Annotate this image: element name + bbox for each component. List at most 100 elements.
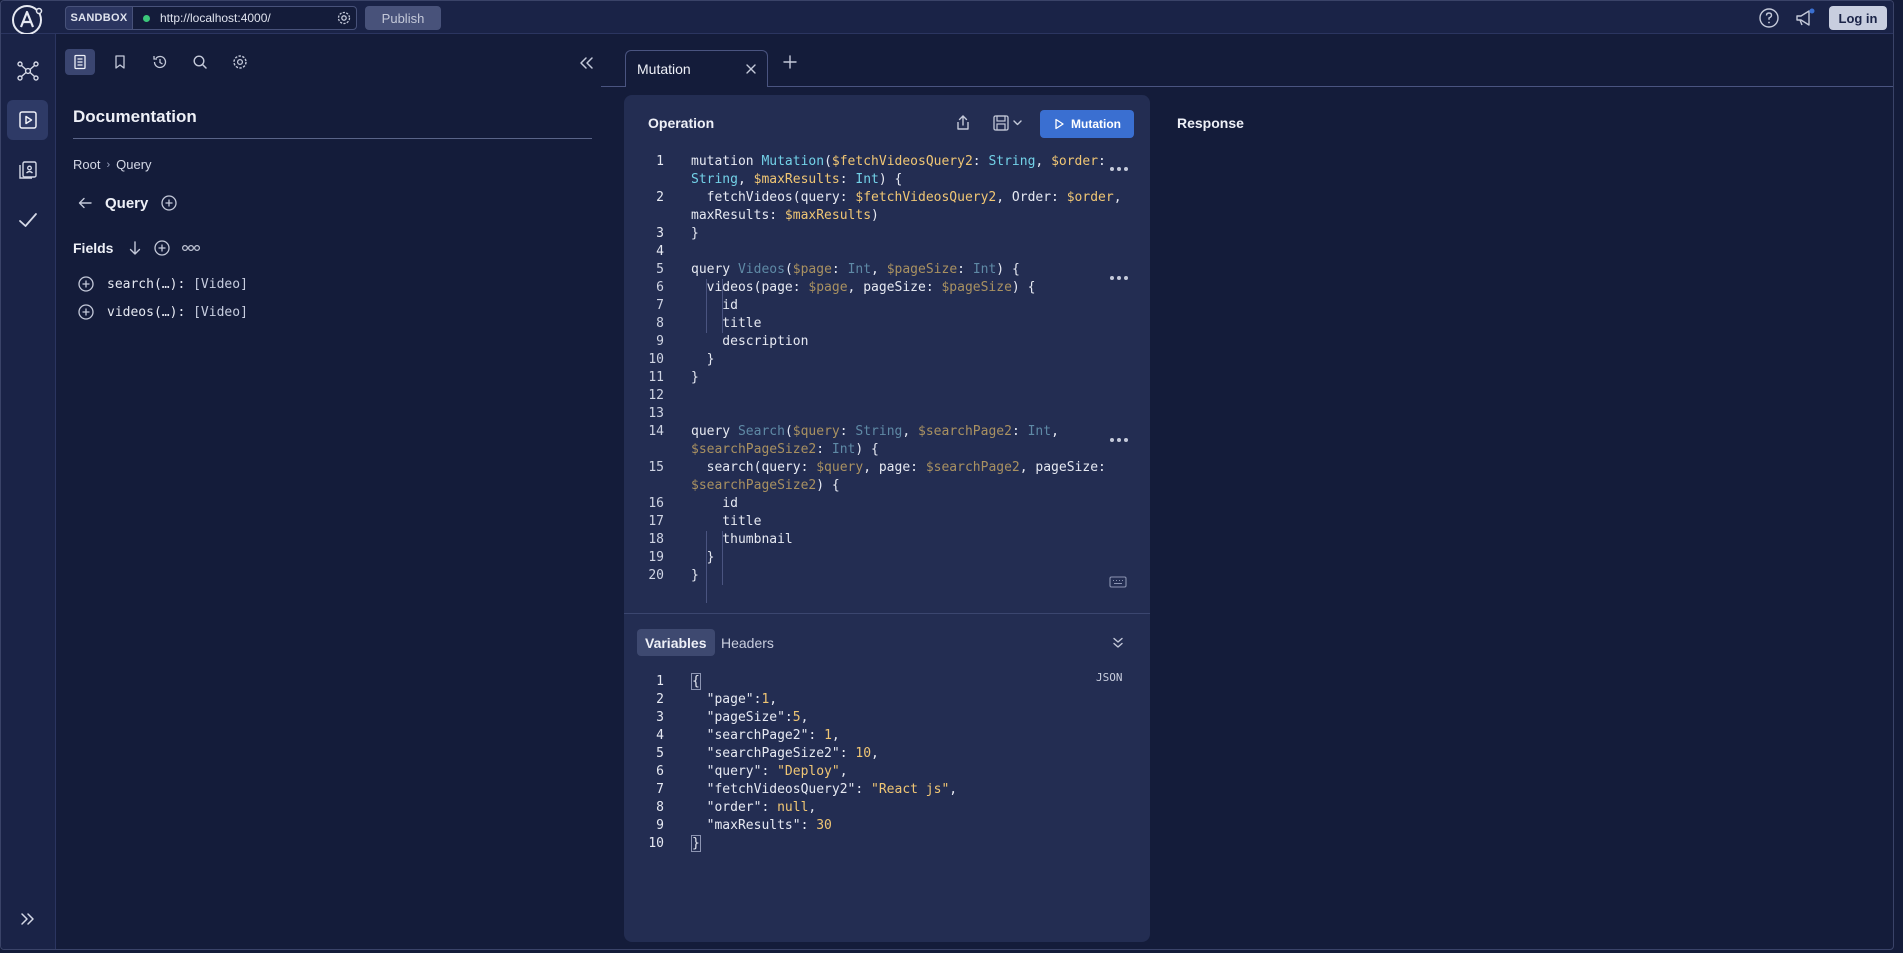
- code-line[interactable]: String, $maxResults: Int) {: [624, 171, 1150, 189]
- apollo-logo-icon[interactable]: [10, 3, 44, 37]
- add-circle-icon[interactable]: [160, 194, 178, 212]
- code-line[interactable]: 17 title: [624, 513, 1150, 531]
- operation-options-dots-icon[interactable]: [1109, 166, 1129, 172]
- collapse-sidebar-chevron-icon[interactable]: [577, 54, 595, 72]
- keyboard-shortcuts-icon[interactable]: [1109, 576, 1127, 588]
- line-number: 3: [656, 710, 664, 725]
- code-line[interactable]: maxResults: $maxResults): [624, 207, 1150, 225]
- tab-headers[interactable]: Headers: [713, 629, 782, 656]
- explorer-nav-button[interactable]: [7, 100, 48, 140]
- search-tab-button[interactable]: [185, 49, 215, 75]
- code-line[interactable]: 3 "pageSize":5,: [624, 709, 1150, 727]
- endpoint-url-field[interactable]: http://localhost:4000/: [132, 6, 357, 30]
- fields-title: Fields: [73, 240, 114, 256]
- code-line[interactable]: 1{: [624, 673, 1150, 691]
- history-icon: [153, 55, 167, 69]
- close-icon[interactable]: [745, 63, 757, 75]
- tab-mutation[interactable]: Mutation: [625, 50, 768, 87]
- code-line[interactable]: 3}: [624, 225, 1150, 243]
- operation-collections-nav-button[interactable]: [7, 150, 48, 190]
- checks-nav-button[interactable]: [7, 200, 48, 240]
- code-line[interactable]: 9 "maxResults": 30: [624, 817, 1150, 835]
- code-text: mutation Mutation($fetchVideosQuery2: St…: [691, 154, 1106, 169]
- line-number: 9: [656, 334, 664, 349]
- line-number: 8: [656, 800, 664, 815]
- code-line[interactable]: 15 search(query: $query, page: $searchPa…: [624, 459, 1150, 477]
- field-item-search[interactable]: search(…): [Video]: [77, 275, 248, 293]
- collapse-chevron-icon[interactable]: [1111, 636, 1125, 650]
- history-tab-button[interactable]: [145, 49, 175, 75]
- publish-button[interactable]: Publish: [365, 6, 441, 30]
- code-line[interactable]: 9 description: [624, 333, 1150, 351]
- new-tab-plus-icon[interactable]: [782, 54, 798, 70]
- settings-tab-button[interactable]: [225, 49, 255, 75]
- code-line[interactable]: 19 }: [624, 549, 1150, 567]
- code-line[interactable]: 6 "query": "Deploy",: [624, 763, 1150, 781]
- code-text: title: [691, 514, 762, 529]
- code-line[interactable]: 7 "fetchVideosQuery2": "React js",: [624, 781, 1150, 799]
- line-number: 4: [656, 244, 664, 259]
- code-line[interactable]: 12: [624, 387, 1150, 405]
- code-line[interactable]: 14 query Search($query: String, $searchPa…: [624, 423, 1150, 441]
- type-header: Query: [77, 194, 178, 212]
- documentation-tab-button[interactable]: [65, 49, 95, 75]
- code-line[interactable]: $searchPageSize2) {: [624, 477, 1150, 495]
- run-mutation-button[interactable]: Mutation: [1040, 110, 1134, 138]
- expand-double-chevron-icon: [20, 913, 34, 925]
- code-line[interactable]: 1 mutation Mutation($fetchVideosQuery2: S…: [624, 153, 1150, 171]
- schema-nav-button[interactable]: [7, 51, 48, 91]
- announcements-megaphone-icon[interactable]: [1794, 7, 1816, 29]
- code-line[interactable]: 11}: [624, 369, 1150, 387]
- code-text: id: [691, 496, 738, 511]
- tab-variables[interactable]: Variables: [637, 629, 715, 656]
- share-icon[interactable]: [954, 114, 972, 132]
- field-item-videos[interactable]: videos(…): [Video]: [77, 303, 248, 321]
- code-text: "fetchVideosQuery2": "React js",: [691, 782, 958, 797]
- code-line[interactable]: 4 "searchPage2": 1,: [624, 727, 1150, 745]
- gear-icon: [233, 55, 247, 69]
- code-line[interactable]: 20}: [624, 567, 1150, 585]
- add-all-fields-icon[interactable]: [153, 239, 171, 257]
- code-line[interactable]: 6 videos(page: $page, pageSize: $pageSiz…: [624, 279, 1150, 297]
- code-line[interactable]: 8 "order": null,: [624, 799, 1150, 817]
- documentation-title: Documentation: [73, 107, 197, 126]
- code-line[interactable]: 5 "searchPageSize2": 10,: [624, 745, 1150, 763]
- sort-arrow-down-icon[interactable]: [127, 240, 143, 256]
- line-number: 3: [656, 226, 664, 241]
- help-icon[interactable]: [1758, 7, 1780, 29]
- back-arrow-icon[interactable]: [77, 195, 93, 211]
- field-type[interactable]: [Video]: [193, 277, 248, 292]
- breadcrumb-query[interactable]: Query: [116, 157, 151, 172]
- code-line[interactable]: 18 thumbnail: [624, 531, 1150, 549]
- code-line[interactable]: 13: [624, 405, 1150, 423]
- save-dropdown-icon[interactable]: [992, 114, 1024, 132]
- bookmarks-tab-button[interactable]: [105, 49, 135, 75]
- field-type[interactable]: [Video]: [193, 305, 248, 320]
- connection-settings-gear-icon[interactable]: [336, 10, 352, 26]
- code-line[interactable]: 2 fetchVideos(query: $fetchVideosQuery2,…: [624, 189, 1150, 207]
- code-line[interactable]: 5 query Videos($page: Int, $pageSize: Int…: [624, 261, 1150, 279]
- code-line[interactable]: 10 }: [624, 351, 1150, 369]
- code-line[interactable]: $searchPageSize2: Int) {: [624, 441, 1150, 459]
- code-line[interactable]: 2 "page":1,: [624, 691, 1150, 709]
- add-field-icon[interactable]: [77, 303, 95, 321]
- line-number: 8: [656, 316, 664, 331]
- expand-rail-button[interactable]: [7, 899, 48, 939]
- add-field-icon[interactable]: [77, 275, 95, 293]
- breadcrumb-root[interactable]: Root: [73, 157, 100, 172]
- operation-panel: Operation Mutation 1 mutation Mutation($f…: [624, 95, 1150, 942]
- operation-options-dots-icon[interactable]: [1109, 275, 1129, 281]
- fields-header: Fields: [73, 239, 201, 257]
- operation-options-dots-icon[interactable]: [1109, 437, 1129, 443]
- run-button-label: Mutation: [1071, 117, 1121, 131]
- bookmark-icon: [115, 55, 125, 69]
- login-button[interactable]: Log in: [1829, 6, 1887, 30]
- code-line[interactable]: 7 id: [624, 297, 1150, 315]
- code-line[interactable]: 8 title: [624, 315, 1150, 333]
- code-line[interactable]: 4: [624, 243, 1150, 261]
- line-number: 18: [648, 532, 664, 547]
- code-line[interactable]: 10}: [624, 835, 1150, 853]
- more-options-icon[interactable]: [181, 243, 201, 253]
- code-line[interactable]: 16 id: [624, 495, 1150, 513]
- line-number: 2: [656, 190, 664, 205]
